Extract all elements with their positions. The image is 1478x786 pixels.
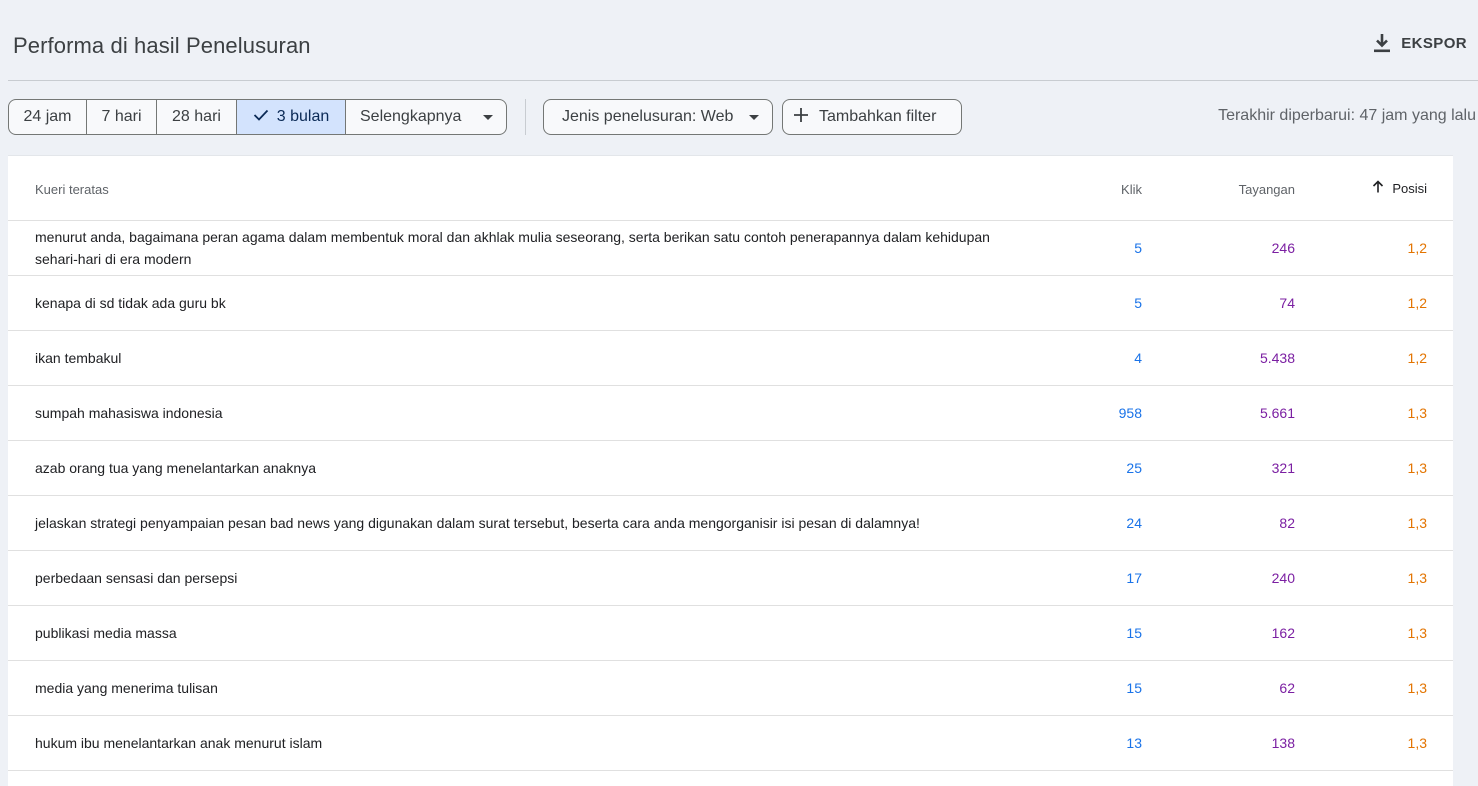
position-cell: 1,3	[1407, 625, 1427, 641]
top-queries-table: Kueri teratas Klik Tayangan Posisi menur…	[8, 155, 1453, 786]
table-row[interactable]: jelaskan strategi penyampaian pesan bad …	[8, 496, 1453, 551]
impressions-cell: 5.661	[1259, 405, 1295, 421]
check-icon	[253, 108, 269, 126]
table-row[interactable]: menurut anda, bagaimana peran agama dala…	[8, 221, 1453, 276]
position-cell: 1,2	[1407, 240, 1427, 256]
table-row[interactable]: perbedaan sensasi dan persepsi 17 240 1,…	[8, 551, 1453, 606]
position-cell: 1,3	[1407, 405, 1427, 421]
export-label: EKSPOR	[1401, 34, 1467, 52]
filter-separator	[525, 99, 526, 135]
impressions-cell: 321	[1271, 460, 1295, 476]
clicks-cell: 17	[1126, 570, 1142, 586]
add-filter-label: Tambahkan filter	[819, 108, 937, 125]
position-cell: 1,2	[1407, 350, 1427, 366]
table-header: Kueri teratas Klik Tayangan Posisi	[8, 156, 1453, 221]
clicks-cell: 5	[1134, 295, 1142, 311]
export-button[interactable]: EKSPOR	[1373, 33, 1467, 53]
filter-bar: 24 jam 7 hari 28 hari 3 bulan Selengkapn…	[8, 99, 962, 135]
page-header: Performa di hasil Penelusuran EKSPOR	[0, 0, 1478, 80]
clicks-cell: 13	[1126, 735, 1142, 751]
table-row[interactable]: media yang menerima tulisan 15 62 1,3	[8, 661, 1453, 716]
query-cell: ikan tembakul	[35, 350, 122, 366]
table-row[interactable]: ikan tembakul 4 5.438 1,2	[8, 331, 1453, 386]
position-cell: 1,3	[1407, 515, 1427, 531]
date-range-more-dropdown[interactable]: Selengkapnya	[346, 100, 506, 134]
date-range-28-days[interactable]: 28 hari	[157, 100, 237, 134]
clicks-cell: 5	[1134, 240, 1142, 256]
query-cell: hukum ibu menelantarkan anak menurut isl…	[35, 735, 323, 751]
impressions-cell: 240	[1271, 570, 1295, 586]
clicks-cell: 4	[1134, 350, 1142, 366]
impressions-cell: 5.438	[1259, 350, 1295, 366]
sort-arrow-up-icon	[1372, 180, 1384, 196]
caret-down-icon	[749, 108, 760, 126]
caret-down-icon	[483, 108, 494, 126]
table-row[interactable]: sumpah mahasiswa indonesia 958 5.661 1,3	[8, 386, 1453, 441]
query-cell: jelaskan strategi penyampaian pesan bad …	[35, 515, 920, 531]
performance-page: Performa di hasil Penelusuran EKSPOR 24 …	[0, 0, 1478, 786]
column-header-query: Kueri teratas	[35, 182, 109, 197]
impressions-cell: 82	[1279, 515, 1295, 531]
impressions-cell: 246	[1271, 240, 1295, 256]
date-range-3-months[interactable]: 3 bulan	[237, 100, 346, 134]
impressions-cell: 62	[1279, 680, 1295, 696]
query-cell: perbedaan sensasi dan persepsi	[35, 570, 238, 586]
impressions-cell: 138	[1271, 735, 1295, 751]
table-row[interactable]: kenapa di sd tidak ada guru bk 5 74 1,2	[8, 276, 1453, 331]
clicks-cell: 15	[1126, 625, 1142, 641]
date-range-7-days[interactable]: 7 hari	[87, 100, 157, 134]
table-row[interactable]: publikasi media massa 15 162 1,3	[8, 606, 1453, 661]
search-type-label: Jenis penelusuran: Web	[562, 108, 734, 125]
table-row[interactable]: hukum ibu menelantarkan anak menurut isl…	[8, 716, 1453, 771]
add-filter-button[interactable]: Tambahkan filter	[782, 99, 962, 135]
plus-icon	[793, 107, 809, 128]
column-header-position[interactable]: Posisi	[1372, 180, 1427, 196]
column-header-position-label: Posisi	[1392, 180, 1427, 196]
date-range-label: 28 hari	[172, 108, 221, 125]
position-cell: 1,3	[1407, 570, 1427, 586]
date-range-label: Selengkapnya	[360, 108, 462, 125]
table-row[interactable]: azab orang tua yang menelantarkan anakny…	[8, 441, 1453, 496]
date-range-selector: 24 jam 7 hari 28 hari 3 bulan Selengkapn…	[8, 99, 507, 135]
column-header-impressions[interactable]: Tayangan	[1239, 182, 1295, 197]
position-cell: 1,3	[1407, 735, 1427, 751]
column-header-clicks[interactable]: Klik	[1121, 182, 1142, 197]
position-cell: 1,2	[1407, 295, 1427, 311]
clicks-cell: 958	[1118, 405, 1142, 421]
position-cell: 1,3	[1407, 460, 1427, 476]
query-cell: kenapa di sd tidak ada guru bk	[35, 295, 226, 311]
page-title: Performa di hasil Penelusuran	[13, 33, 311, 58]
impressions-cell: 162	[1271, 625, 1295, 641]
clicks-cell: 24	[1126, 515, 1142, 531]
date-range-24-hours[interactable]: 24 jam	[9, 100, 87, 134]
query-cell: publikasi media massa	[35, 625, 177, 641]
query-cell: media yang menerima tulisan	[35, 680, 218, 696]
search-type-dropdown[interactable]: Jenis penelusuran: Web	[543, 99, 773, 135]
date-range-label: 3 bulan	[276, 108, 330, 125]
position-cell: 1,3	[1407, 680, 1427, 696]
date-range-label: 24 jam	[23, 108, 72, 125]
impressions-cell: 74	[1279, 295, 1295, 311]
download-icon	[1373, 33, 1391, 53]
query-cell: menurut anda, bagaimana peran agama dala…	[35, 229, 990, 267]
header-divider	[8, 80, 1478, 81]
clicks-cell: 15	[1126, 680, 1142, 696]
query-cell: azab orang tua yang menelantarkan anakny…	[35, 460, 316, 476]
query-cell: sumpah mahasiswa indonesia	[35, 405, 223, 421]
clicks-cell: 25	[1126, 460, 1142, 476]
date-range-label: 7 hari	[101, 108, 142, 125]
last-updated-text: Terakhir diperbarui: 47 jam yang lalu	[1218, 107, 1476, 124]
